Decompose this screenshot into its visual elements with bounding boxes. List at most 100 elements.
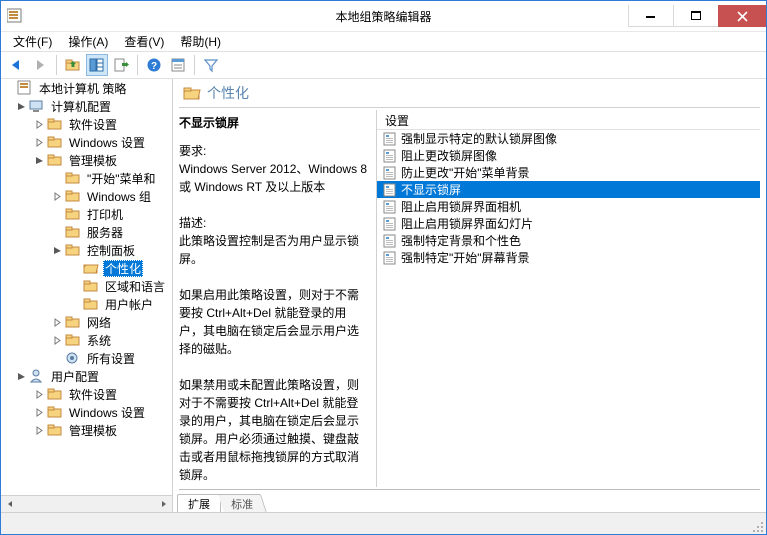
tree-u-admin-templates[interactable]: 管理模板 (67, 422, 119, 439)
properties-button[interactable] (167, 54, 189, 76)
twisty-closed-icon[interactable] (51, 334, 63, 346)
folder-icon (47, 134, 63, 150)
tree-user-config[interactable]: 用户配置 (49, 368, 101, 385)
export-button[interactable] (110, 54, 132, 76)
filter-button[interactable] (200, 54, 222, 76)
twisty-open-icon[interactable] (15, 370, 27, 382)
computer-icon (29, 98, 45, 114)
setting-item[interactable]: 阻止启用锁屏界面幻灯片 (377, 215, 760, 232)
description-body-2: 如果启用此策略设置，则对于不需要按 Ctrl+Alt+Del 就能登录的用户，其… (179, 286, 370, 358)
tree-region-lang[interactable]: 区域和语言 (103, 278, 167, 295)
statusbar (1, 512, 766, 534)
menu-action[interactable]: 操作(A) (60, 31, 116, 52)
setting-item[interactable]: 强制特定背景和个性色 (377, 232, 760, 249)
tree-admin-templates[interactable]: 管理模板 (67, 152, 119, 169)
explain-heading: 不显示锁屏 (179, 114, 370, 132)
tree-root[interactable]: 本地计算机 策略 (37, 80, 128, 97)
tree-windows-settings[interactable]: Windows 设置 (67, 134, 147, 151)
description-body-3: 如果禁用或未配置此策略设置，则对于不需要按 Ctrl+Alt+Del 就能登录的… (179, 376, 370, 484)
twisty-icon[interactable] (3, 82, 15, 94)
settings-list-area: 设置 强制显示特定的默认锁屏图像阻止更改锁屏图像防止更改"开始"菜单背景不显示锁… (377, 110, 760, 487)
setting-item[interactable]: 不显示锁屏 (377, 181, 760, 198)
settings-list[interactable]: 强制显示特定的默认锁屏图像阻止更改锁屏图像防止更改"开始"菜单背景不显示锁屏阻止… (377, 130, 760, 487)
setting-item[interactable]: 强制特定"开始"屏幕背景 (377, 249, 760, 266)
detail-header: 个性化 (173, 79, 766, 107)
tree-windows-components[interactable]: Windows 组 (85, 188, 153, 205)
folder-icon (65, 332, 81, 348)
resize-grip-icon[interactable] (750, 519, 764, 533)
maximize-button[interactable] (673, 5, 718, 27)
folder-open-icon (183, 85, 201, 101)
tree-software-settings[interactable]: 软件设置 (67, 116, 119, 133)
folder-icon (47, 386, 63, 402)
folder-icon (65, 242, 81, 258)
setting-item[interactable]: 防止更改"开始"菜单背景 (377, 164, 760, 181)
details-view-button[interactable] (86, 54, 108, 76)
twisty-closed-icon[interactable] (33, 136, 45, 148)
detail-pane: 个性化 不显示锁屏 要求: Windows Server 2012、Window… (173, 79, 766, 512)
menu-help[interactable]: 帮助(H) (172, 31, 229, 52)
tree-personalization[interactable]: 个性化 (103, 260, 143, 277)
setting-item[interactable]: 强制显示特定的默认锁屏图像 (377, 130, 760, 147)
tree-start-menu[interactable]: "开始"菜单和 (85, 170, 158, 187)
tree-system[interactable]: 系统 (85, 332, 113, 349)
menu-view[interactable]: 查看(V) (116, 31, 172, 52)
scroll-left-icon[interactable] (1, 496, 18, 513)
tree-server[interactable]: 服务器 (85, 224, 125, 241)
folder-icon (65, 188, 81, 204)
explanation-panel: 不显示锁屏 要求: Windows Server 2012、Windows 8 … (179, 110, 377, 487)
tab-standard[interactable]: 标准 (218, 494, 267, 513)
setting-item[interactable]: 阻止更改锁屏图像 (377, 147, 760, 164)
tree-user-accounts[interactable]: 用户帐户 (103, 296, 155, 313)
setting-label: 防止更改"开始"菜单背景 (401, 164, 530, 181)
twisty-closed-icon[interactable] (51, 316, 63, 328)
horizontal-scrollbar[interactable] (1, 495, 172, 512)
folder-open-icon (83, 260, 99, 276)
twisty-closed-icon[interactable] (33, 388, 45, 400)
up-folder-button[interactable] (62, 54, 84, 76)
folder-icon (65, 170, 81, 186)
tab-extended[interactable]: 扩展 (177, 494, 221, 513)
tree[interactable]: 本地计算机 策略 计算机配置 软件设置 Windows 设置 管理模板 "开始"… (1, 79, 172, 495)
setting-icon (383, 166, 397, 180)
folder-icon (65, 206, 81, 222)
twisty-closed-icon[interactable] (33, 406, 45, 418)
menu-file[interactable]: 文件(F) (5, 31, 60, 52)
close-button[interactable] (718, 5, 766, 27)
twisty-closed-icon[interactable] (51, 190, 63, 202)
setting-item[interactable]: 阻止启用锁屏界面相机 (377, 198, 760, 215)
setting-label: 阻止启用锁屏界面幻灯片 (401, 215, 533, 232)
tree-printers[interactable]: 打印机 (85, 206, 125, 223)
folder-icon (47, 422, 63, 438)
tree-network[interactable]: 网络 (85, 314, 113, 331)
twisty-closed-icon[interactable] (33, 118, 45, 130)
twisty-open-icon[interactable] (33, 154, 45, 166)
column-header-setting[interactable]: 设置 (377, 110, 760, 130)
requirements-body: Windows Server 2012、Windows 8 或 Windows … (179, 160, 370, 196)
tree-control-panel[interactable]: 控制面板 (85, 242, 137, 259)
setting-icon (383, 234, 397, 248)
back-button[interactable] (5, 54, 27, 76)
twisty-open-icon[interactable] (51, 244, 63, 256)
twisty-open-icon[interactable] (15, 100, 27, 112)
user-icon (29, 368, 45, 384)
setting-label: 强制显示特定的默认锁屏图像 (401, 130, 557, 147)
help-button[interactable]: ? (143, 54, 165, 76)
folder-icon (65, 314, 81, 330)
twisty-closed-icon[interactable] (33, 424, 45, 436)
folder-icon (47, 152, 63, 168)
setting-icon (383, 183, 397, 197)
tree-computer-config[interactable]: 计算机配置 (49, 98, 113, 115)
tree-u-windows-settings[interactable]: Windows 设置 (67, 404, 147, 421)
forward-button[interactable] (29, 54, 51, 76)
tree-all-settings[interactable]: 所有设置 (85, 350, 137, 367)
tree-u-software-settings[interactable]: 软件设置 (67, 386, 119, 403)
menubar: 文件(F) 操作(A) 查看(V) 帮助(H) (1, 31, 766, 51)
scroll-right-icon[interactable] (155, 496, 172, 513)
setting-label: 不显示锁屏 (401, 181, 461, 198)
folder-icon (65, 224, 81, 240)
body: 本地计算机 策略 计算机配置 软件设置 Windows 设置 管理模板 "开始"… (1, 79, 766, 512)
folder-icon (83, 278, 99, 294)
minimize-button[interactable] (628, 5, 673, 27)
svg-text:?: ? (151, 61, 157, 72)
